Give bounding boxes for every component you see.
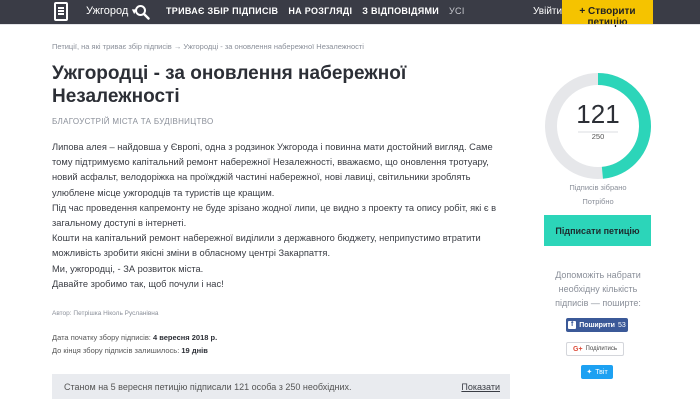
show-signers-link[interactable]: Показати — [461, 382, 500, 392]
paragraph: Липова алея – найдовша у Європі, одна з … — [52, 142, 493, 198]
top-navbar: Ужгород ▼ ТРИВАЄ ЗБІР ПІДПИСІВ НА РОЗГЛЯД… — [0, 0, 700, 28]
facebook-share-count: 53 — [617, 321, 626, 329]
header-divider — [0, 24, 700, 25]
signatures-count: 121 — [576, 99, 620, 129]
paragraph: Кошти на капітальний ремонт набережної в… — [52, 233, 481, 259]
time-left-label: До кінця збору підписів залишилось: — [52, 346, 180, 355]
author-line: Автор: Петрішка Ніколь Русланівна — [52, 310, 159, 317]
paragraph: Під час проведення капремонту не буде зр… — [52, 202, 497, 229]
paragraph: Давайте зробимо так, щоб почули і нас! — [52, 278, 224, 289]
petition-text: Липова алея – найдовша у Європі, одна з … — [52, 140, 502, 292]
breadcrumb[interactable]: Петиції, на які триває збір підписів → У… — [52, 42, 364, 51]
category-label[interactable]: БЛАГОУСТРІЙ МІСТА ТА БУДІВНИЦТВО — [52, 117, 214, 126]
nav-item-answered[interactable]: З ВІДПОВІДЯМИ — [362, 6, 439, 16]
search-icon[interactable] — [134, 4, 150, 20]
city-selector[interactable]: Ужгород ▼ — [86, 5, 138, 17]
nav-item-review[interactable]: НА РОЗГЛЯДІ — [288, 6, 352, 16]
start-date: Дата початку збору підписів: 4 вересня 2… — [52, 333, 217, 342]
twitter-icon: ✦ — [586, 369, 593, 376]
facebook-share-label: Поширити — [579, 321, 615, 329]
time-left: До кінця збору підписів залишилось: 19 д… — [52, 346, 208, 355]
share-help-text: Допоможіть набрати необхідну кількість п… — [555, 270, 641, 308]
facebook-icon: f — [568, 321, 577, 329]
google-plus-icon: G+ — [573, 345, 583, 353]
twitter-share-button[interactable]: ✦ Твіт — [581, 365, 613, 379]
nav-item-all[interactable]: УСІ — [449, 6, 465, 16]
nav-item-collecting[interactable]: ТРИВАЄ ЗБІР ПІДПИСІВ — [166, 6, 278, 16]
start-date-value: 4 вересня 2018 р. — [152, 333, 218, 342]
login-link[interactable]: Увійти — [533, 6, 562, 17]
collected-label: Підписів зібрано — [569, 183, 627, 192]
signatures-total: 250 — [591, 132, 605, 141]
twitter-share-label: Твіт — [595, 368, 608, 376]
city-label: Ужгород — [86, 5, 129, 17]
page-title: Ужгородці - за оновлення набережної Неза… — [52, 63, 407, 107]
time-left-value: 19 днів — [181, 346, 208, 355]
google-share-label: Поділитись — [585, 346, 617, 352]
google-share-button[interactable]: G+ Поділитись — [566, 342, 624, 356]
logo-icon[interactable] — [54, 2, 68, 21]
sign-petition-button[interactable]: Підписати петицію — [544, 215, 651, 246]
facebook-share-button[interactable]: f Поширити 53 — [566, 318, 628, 332]
create-petition-button[interactable]: + Створити петицію — [562, 0, 653, 28]
main-nav: ТРИВАЄ ЗБІР ПІДПИСІВ НА РОЗГЛЯДІ З ВІДПО… — [166, 6, 475, 16]
status-bar: Станом на 5 вересня петицію підписали 12… — [52, 374, 510, 399]
needed-label: Потрібно — [582, 197, 614, 206]
start-date-label: Дата початку збору підписів: — [52, 333, 151, 342]
status-text: Станом на 5 вересня петицію підписали 12… — [64, 382, 352, 392]
paragraph: Ми, ужгородці, - ЗА розвиток міста. — [52, 263, 204, 274]
